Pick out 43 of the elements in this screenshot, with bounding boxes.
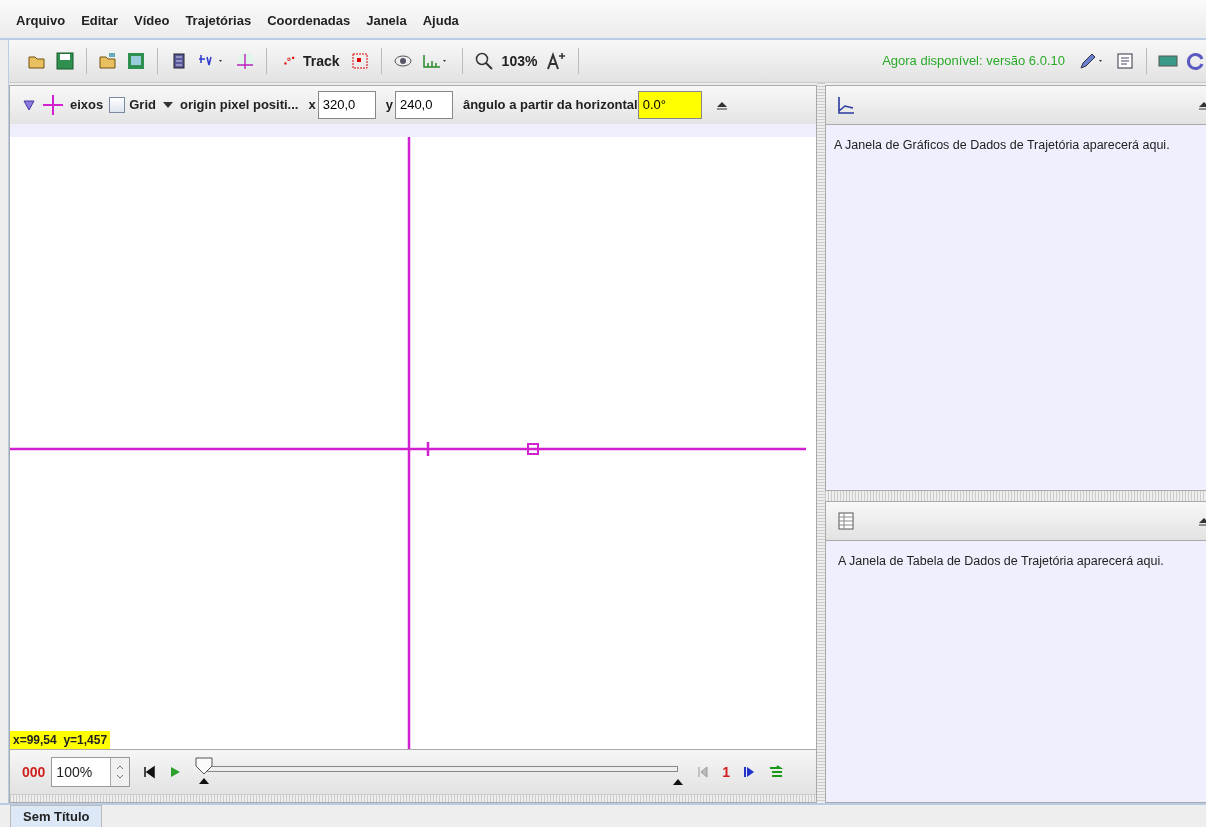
y-field[interactable]: 240,0 — [394, 90, 453, 119]
origin-label: origin pixel positi... — [180, 97, 299, 113]
axes-icon[interactable] — [235, 50, 255, 71]
menu-item[interactable]: Arquivo — [16, 13, 66, 29]
end-marker-icon[interactable] — [672, 777, 685, 786]
coordinate-readout: x=99,54 y=1,457 — [10, 730, 111, 749]
refresh-icon[interactable] — [1186, 50, 1206, 71]
panel-message: A Janela de Gráficos de Dados de Trajetória aparecerá aqui. — [834, 137, 1170, 152]
video-canvas[interactable]: x=99,54 y=1,457 — [10, 123, 816, 749]
search-icon[interactable] — [473, 50, 494, 71]
loop-icon[interactable] — [768, 764, 785, 779]
axes-label: eixos — [70, 97, 104, 113]
graph-icon[interactable] — [836, 94, 856, 115]
save-icon[interactable] — [55, 50, 75, 71]
menu-item[interactable]: Editar — [81, 13, 118, 29]
grid-checkbox[interactable]: Grid — [109, 96, 156, 113]
angle-field[interactable]: 0.0° — [637, 90, 702, 119]
tracks-icon[interactable] — [349, 50, 370, 71]
x-label: x — [308, 97, 316, 113]
menu-item[interactable]: Vídeo — [133, 13, 170, 29]
frame-counter: 000 — [22, 763, 46, 780]
step-size[interactable]: 1 — [722, 763, 731, 780]
angle-label: ângulo a partir da horizontal — [462, 97, 638, 113]
track-button[interactable]: Track — [278, 52, 342, 69]
save-icon[interactable] — [126, 50, 146, 71]
skip-back-icon[interactable] — [142, 764, 157, 779]
panel-message: A Janela de Tabela de Dados de Trajetória aparecerá aqui. — [838, 553, 1164, 568]
y-label: y — [385, 97, 393, 113]
rate-spinner[interactable]: 100% — [51, 756, 131, 787]
menu-item[interactable]: Ajuda — [422, 13, 459, 29]
document-tab[interactable]: Sem Título — [10, 805, 103, 827]
slider-thumb[interactable] — [194, 755, 215, 786]
table-icon[interactable] — [836, 510, 856, 531]
zoom-level: 103% — [501, 52, 538, 69]
notes-icon[interactable] — [1115, 50, 1135, 71]
font-size-icon[interactable] — [545, 50, 568, 71]
menu-item[interactable]: Trajetórias — [185, 13, 252, 29]
triangle-dropdown-icon[interactable] — [22, 97, 36, 112]
open-folder-icon[interactable] — [98, 50, 118, 71]
crosshair-icon — [42, 93, 64, 116]
menu-item[interactable]: Coordenadas — [267, 13, 351, 29]
x-field[interactable]: 320,0 — [317, 90, 376, 119]
menu-item[interactable]: Janela — [366, 13, 407, 29]
